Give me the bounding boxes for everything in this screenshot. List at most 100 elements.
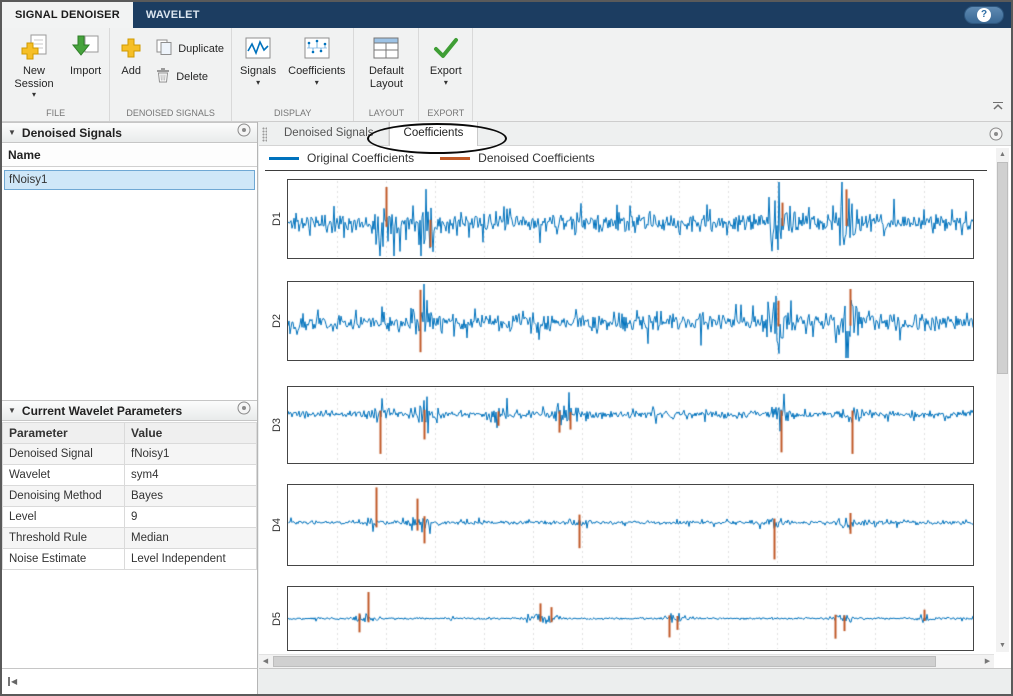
new-session-icon: [19, 33, 49, 63]
doc-tab-denoised-signals[interactable]: Denoised Signals: [270, 122, 389, 145]
new-session-button[interactable]: New Session ▾: [5, 30, 63, 98]
sidebar: ▼ Denoised Signals Name fNoisy1 ▼ Curren…: [2, 122, 258, 668]
tab-wavelet[interactable]: WAVELET: [133, 2, 213, 28]
bottom-bar-left: ◀: [2, 668, 258, 694]
param-name: Level: [3, 507, 125, 528]
denoised-signals-panel-header[interactable]: ▼ Denoised Signals: [2, 122, 257, 143]
signal-list-item[interactable]: fNoisy1: [4, 170, 255, 190]
param-name: Wavelet: [3, 465, 125, 486]
panel-label: D2: [267, 281, 287, 361]
export-icon: [432, 33, 460, 63]
coefficient-panel-d5: D5: [267, 586, 987, 651]
add-label: Add: [121, 65, 141, 78]
section-label-export: EXPORT: [422, 107, 469, 121]
coefficients-plot[interactable]: [288, 485, 973, 565]
panel-label: D4: [267, 484, 287, 566]
scroll-right-icon[interactable]: ▶: [981, 655, 994, 668]
param-value: fNoisy1: [125, 444, 257, 465]
delete-label: Delete: [176, 71, 208, 83]
param-row-4[interactable]: Threshold RuleMedian: [3, 528, 257, 549]
param-value: 9: [125, 507, 257, 528]
signal-name-column-header: Name: [2, 144, 257, 167]
param-name: Denoising Method: [3, 486, 125, 507]
default-layout-button[interactable]: Default Layout: [357, 30, 415, 90]
coefficient-panel-d4: D4: [267, 484, 987, 566]
chart-box: [287, 386, 974, 464]
panel-label: D1: [267, 179, 287, 259]
panel-collapse-icon[interactable]: ▼: [8, 406, 16, 415]
add-button[interactable]: Add: [113, 30, 149, 78]
section-label-display: DISPLAY: [235, 107, 350, 121]
section-label-file: FILE: [5, 107, 106, 121]
legend: Original Coefficients Denoised Coefficien…: [259, 146, 994, 170]
help-button[interactable]: ?: [964, 6, 1004, 24]
param-name: Noise Estimate: [3, 549, 125, 570]
help-icon: ?: [977, 8, 991, 22]
legend-label: Denoised Coefficients: [478, 151, 595, 165]
coefficients-label: Coefficients: [288, 65, 345, 78]
duplicate-button[interactable]: Duplicate: [151, 37, 228, 60]
param-row-3[interactable]: Level9: [3, 507, 257, 528]
panel-menu-icon[interactable]: [237, 123, 251, 142]
new-session-label: New Session: [10, 65, 58, 90]
caret-down-icon: ▾: [256, 79, 260, 86]
section-denoised-signals: Add Duplicate: [110, 28, 232, 121]
vertical-scroll-thumb[interactable]: [997, 162, 1008, 374]
signals-button[interactable]: Signals ▾: [235, 30, 281, 86]
wavelet-params-panel-title: Current Wavelet Parameters: [22, 404, 231, 418]
legend-line-icon: [440, 157, 470, 160]
default-layout-label: Default Layout: [362, 65, 410, 90]
wavelet-params-table: Parameter Value Denoised SignalfNoisy1Wa…: [2, 422, 257, 570]
coefficient-panel-d2: D2: [267, 281, 987, 361]
panel-menu-icon[interactable]: [237, 401, 251, 420]
scroll-left-icon[interactable]: ◀: [259, 655, 272, 668]
chart-box: [287, 179, 974, 259]
param-row-2[interactable]: Denoising MethodBayes: [3, 486, 257, 507]
param-row-0[interactable]: Denoised SignalfNoisy1: [3, 444, 257, 465]
section-label-layout: LAYOUT: [357, 107, 415, 121]
coefficients-plot[interactable]: [288, 587, 973, 650]
bottom-bar-right: [259, 668, 1011, 694]
doc-tab-coefficients[interactable]: Coefficients: [389, 122, 479, 146]
param-value: Median: [125, 528, 257, 549]
tab-signal-denoiser[interactable]: SIGNAL DENOISER: [2, 2, 133, 28]
doc-tabbar: Denoised Signals Coefficients: [259, 122, 1011, 146]
coefficients-button[interactable]: Coefficients ▾: [283, 30, 350, 86]
duplicate-label: Duplicate: [178, 43, 224, 55]
export-button[interactable]: Export ▾: [425, 30, 467, 86]
tab-actions-icon[interactable]: [989, 127, 1003, 146]
caret-down-icon: ▾: [32, 91, 36, 98]
collapse-sidebar-button[interactable]: ◀: [8, 677, 17, 687]
coefficients-plot[interactable]: [288, 387, 973, 463]
tabbar-grip-icon[interactable]: [262, 127, 267, 142]
signals-icon: [245, 33, 271, 63]
coefficient-panel-d1: D1: [267, 179, 987, 259]
param-row-5[interactable]: Noise EstimateLevel Independent: [3, 549, 257, 570]
param-value: sym4: [125, 465, 257, 486]
scroll-down-icon[interactable]: ▼: [996, 639, 1009, 652]
params-col-value: Value: [125, 423, 257, 444]
panel-collapse-icon[interactable]: ▼: [8, 128, 16, 137]
param-row-1[interactable]: Waveletsym4: [3, 465, 257, 486]
collapse-ribbon-button[interactable]: [992, 98, 1004, 116]
export-label: Export: [430, 65, 462, 78]
legend-label: Original Coefficients: [307, 151, 414, 165]
coefficients-plot[interactable]: [288, 180, 973, 258]
param-value: Bayes: [125, 486, 257, 507]
legend-item: Denoised Coefficients: [440, 151, 595, 165]
import-label: Import: [70, 65, 101, 78]
collapse-sidebar-icon: [8, 677, 10, 686]
import-button[interactable]: Import: [65, 30, 106, 78]
add-icon: [118, 33, 144, 63]
delete-button[interactable]: Delete: [151, 65, 228, 88]
horizontal-scrollbar[interactable]: ◀ ▶: [259, 654, 994, 668]
panel-label: D5: [267, 586, 287, 651]
wavelet-params-panel-header[interactable]: ▼ Current Wavelet Parameters: [2, 400, 257, 421]
horizontal-scroll-thumb[interactable]: [273, 656, 936, 667]
coefficients-plot[interactable]: [288, 282, 973, 360]
coefficient-panel-d3: D3: [267, 386, 987, 464]
signals-label: Signals: [240, 65, 276, 78]
section-export: Export ▾ EXPORT: [419, 28, 473, 121]
vertical-scrollbar[interactable]: ▲ ▼: [996, 148, 1009, 652]
scroll-up-icon[interactable]: ▲: [996, 148, 1009, 161]
